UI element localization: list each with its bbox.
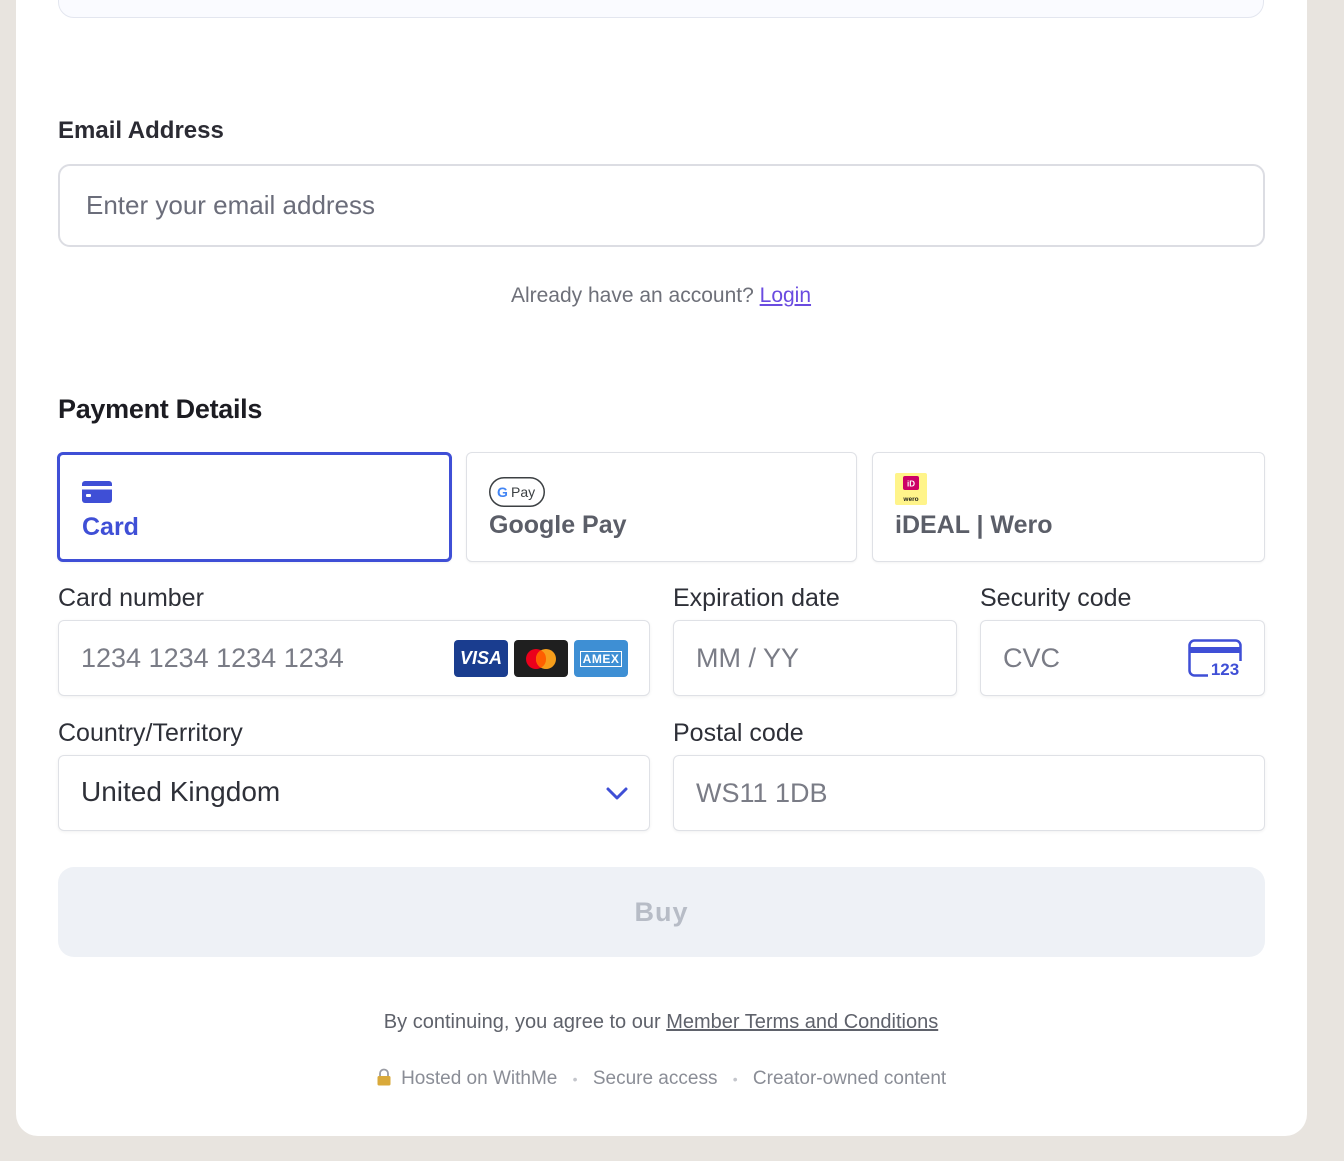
expiration-field[interactable] [673, 620, 957, 696]
svg-text:iD: iD [907, 480, 915, 489]
email-label: Email Address [58, 117, 224, 144]
secure-text: Secure access [592, 1068, 718, 1089]
lock-icon [376, 1068, 392, 1092]
postal-code-input[interactable] [674, 756, 1264, 830]
google-pay-icon: G Pay [489, 477, 545, 512]
account-prompt: Already have an account? Login [0, 284, 1322, 308]
previous-field[interactable] [58, 0, 1264, 18]
terms-link[interactable]: Member Terms and Conditions [666, 1011, 938, 1033]
terms-notice: By continuing, you agree to our Member T… [0, 1011, 1322, 1034]
svg-text:123: 123 [1211, 660, 1239, 679]
account-prompt-text: Already have an account? [510, 284, 754, 307]
payment-details-title: Payment Details [58, 394, 263, 424]
visa-icon: VISA [454, 640, 508, 677]
security-code-label: Security code [980, 584, 1132, 612]
login-link[interactable]: Login [760, 284, 811, 307]
credit-card-icon [82, 480, 112, 509]
expiration-input[interactable] [674, 621, 956, 695]
hosted-text: Hosted on WithMe [401, 1068, 558, 1089]
trust-footer: Hosted on WithMe • Secure access • Creat… [0, 1068, 1322, 1092]
country-select[interactable]: United Kingdom [58, 755, 650, 831]
buy-button[interactable]: Buy [58, 867, 1265, 957]
ideal-wero-icon: iD wero [895, 473, 927, 510]
chevron-down-icon [605, 786, 629, 807]
svg-text:wero: wero [902, 496, 918, 503]
country-value: United Kingdom [81, 776, 281, 807]
country-label: Country/Territory [58, 719, 243, 747]
payment-method-label: iDEAL | Wero [895, 511, 1053, 539]
creator-text: Creator-owned content [752, 1068, 947, 1089]
payment-method-label: Card [82, 513, 139, 541]
payment-method-google-pay[interactable]: G Pay Google Pay [466, 452, 857, 562]
svg-text:Pay: Pay [511, 484, 535, 500]
card-number-label: Card number [58, 584, 204, 612]
separator-dot: • [572, 1071, 578, 1087]
mastercard-icon [514, 640, 568, 677]
email-input[interactable] [58, 164, 1265, 247]
payment-method-ideal[interactable]: iD wero iDEAL | Wero [872, 452, 1265, 562]
cvc-card-icon: 123 [1188, 639, 1244, 684]
amex-icon: AMEX [574, 640, 628, 677]
separator-dot: • [732, 1071, 738, 1087]
card-number-field[interactable]: VISA AMEX [58, 620, 650, 696]
postal-code-field[interactable] [673, 755, 1265, 831]
payment-method-card[interactable]: Card [57, 452, 452, 562]
terms-prefix: By continuing, you agree to our [383, 1011, 661, 1033]
security-code-field[interactable]: 123 [980, 620, 1265, 696]
expiration-label: Expiration date [673, 584, 840, 612]
postal-code-label: Postal code [673, 719, 804, 747]
payment-method-label: Google Pay [489, 511, 627, 539]
svg-text:G: G [497, 484, 508, 500]
